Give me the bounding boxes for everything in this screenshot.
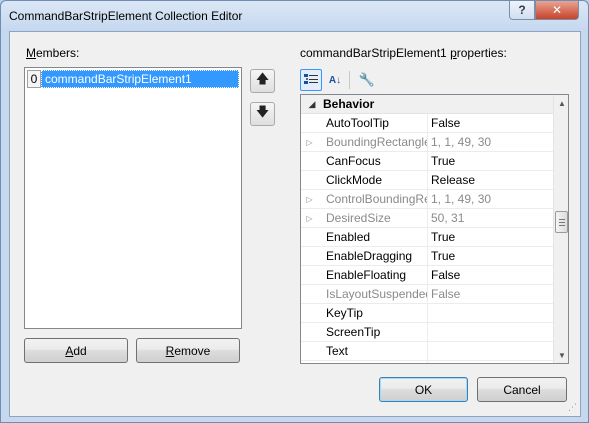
property-grid[interactable]: ◢ Behavior AutoToolTip False ▷ BoundingRect… xyxy=(300,94,569,364)
add-button[interactable]: Add xyxy=(24,338,128,363)
property-name: TextOrientation xyxy=(318,361,428,363)
property-value: 50, 31 xyxy=(431,211,465,225)
close-button[interactable]: ✕ xyxy=(535,1,579,20)
property-value: False xyxy=(431,287,461,301)
property-row[interactable]: Enabled True xyxy=(301,228,553,247)
members-list[interactable]: 0 commandBarStripElement1 xyxy=(24,67,242,329)
property-value: 1, 1, 49, 30 xyxy=(431,135,492,149)
thumb-grip-line xyxy=(559,219,565,220)
property-value[interactable]: Horizontal xyxy=(428,361,553,363)
property-grid-toolbar: A↓ 🔧 xyxy=(300,67,570,93)
help-icon: ? xyxy=(518,3,526,17)
property-value: 1, 1, 49, 30 xyxy=(431,192,492,206)
property-value[interactable]: False xyxy=(428,114,553,132)
ok-button[interactable]: OK xyxy=(379,377,468,402)
list-item[interactable]: 0 commandBarStripElement1 xyxy=(27,70,239,88)
property-pages-button[interactable]: 🔧 xyxy=(356,69,378,91)
member-index: 0 xyxy=(27,70,41,88)
category-name: Behavior xyxy=(323,97,375,111)
row-margin xyxy=(301,304,318,322)
scroll-up-arrow[interactable]: ▲ xyxy=(554,95,568,111)
thumb-grip-line xyxy=(559,225,565,226)
property-name: Text xyxy=(318,342,428,360)
property-row[interactable]: EnableDragging True xyxy=(301,247,553,266)
property-value[interactable]: True xyxy=(428,152,553,170)
alphabetical-button[interactable]: A↓ xyxy=(324,69,346,91)
row-margin xyxy=(301,171,318,189)
property-name: BoundingRectangle xyxy=(318,133,428,151)
expand-icon[interactable]: ▷ xyxy=(301,209,318,227)
row-margin xyxy=(301,323,318,341)
property-row[interactable]: KeyTip xyxy=(301,304,553,323)
property-grid-body: ◢ Behavior AutoToolTip False ▷ BoundingRect… xyxy=(301,95,553,363)
expand-icon[interactable]: ▷ xyxy=(301,190,318,208)
property-value[interactable]: True xyxy=(428,247,553,265)
arrow-up-icon: 🡅 xyxy=(255,71,270,86)
property-name: EnableDragging xyxy=(318,247,428,265)
property-value[interactable] xyxy=(428,342,553,360)
property-value[interactable] xyxy=(428,323,553,341)
cancel-button[interactable]: Cancel xyxy=(477,377,567,402)
close-icon: ✕ xyxy=(551,3,563,17)
property-row[interactable]: TextOrientationHorizontal xyxy=(301,361,553,363)
row-margin xyxy=(301,266,318,284)
categorized-icon xyxy=(304,74,318,84)
wrench-icon: 🔧 xyxy=(358,72,376,87)
property-name: KeyTip xyxy=(318,304,428,322)
row-margin xyxy=(301,285,318,303)
property-name: ControlBoundingRectangle xyxy=(318,190,428,208)
vertical-scrollbar[interactable]: ▲ ▼ xyxy=(553,95,568,363)
title-bar[interactable]: CommandBarStripElement Collection Editor… xyxy=(1,1,588,31)
alphabetical-icon: A↓ xyxy=(328,74,342,86)
row-margin xyxy=(301,152,318,170)
row-margin xyxy=(301,247,318,265)
property-value[interactable]: True xyxy=(428,228,553,246)
move-up-button[interactable]: 🡅 xyxy=(250,69,275,93)
toolbar-separator xyxy=(349,71,350,89)
scroll-down-arrow[interactable]: ▼ xyxy=(554,347,568,363)
window-title: CommandBarStripElement Collection Editor xyxy=(9,9,243,23)
property-name: ScreenTip xyxy=(318,323,428,341)
member-name[interactable]: commandBarStripElement1 xyxy=(41,70,239,88)
row-margin xyxy=(301,228,318,246)
collection-editor-window: CommandBarStripElement Collection Editor… xyxy=(0,0,589,423)
property-value[interactable] xyxy=(428,304,553,322)
row-margin xyxy=(301,114,318,132)
row-margin xyxy=(301,342,318,360)
category-row-behavior[interactable]: ◢ Behavior xyxy=(301,95,553,114)
row-margin xyxy=(301,361,318,363)
property-row[interactable]: ▷ BoundingRectangle 1, 1, 49, 30 xyxy=(301,133,553,152)
categorized-button[interactable] xyxy=(300,69,322,91)
scrollbar-thumb[interactable] xyxy=(555,211,568,233)
property-name: Enabled xyxy=(318,228,428,246)
property-value[interactable]: Release xyxy=(428,171,553,189)
help-button[interactable]: ? xyxy=(509,1,535,20)
property-row[interactable]: AutoToolTip False xyxy=(301,114,553,133)
property-row[interactable]: ▷ DesiredSize 50, 31 xyxy=(301,209,553,228)
dialog-client-area: Members: 0 commandBarStripElement1 🡅 🡇 A… xyxy=(9,31,581,417)
property-row[interactable]: EnableFloating False xyxy=(301,266,553,285)
property-row[interactable]: Text xyxy=(301,342,553,361)
property-row[interactable]: ClickMode Release xyxy=(301,171,553,190)
property-row[interactable]: ▷ControlBoundingRectangle1, 1, 49, 30 xyxy=(301,190,553,209)
size-grip-icon[interactable]: ⋰ xyxy=(568,402,577,413)
remove-button[interactable]: Remove xyxy=(136,338,240,363)
property-name: DesiredSize xyxy=(318,209,428,227)
property-row[interactable]: CanFocus True xyxy=(301,152,553,171)
expand-icon[interactable]: ▷ xyxy=(301,133,318,151)
collapse-icon[interactable]: ◢ xyxy=(301,99,323,110)
thumb-grip-line xyxy=(559,222,565,223)
property-value[interactable]: False xyxy=(428,266,553,284)
property-row[interactable]: IsLayoutSuspended False xyxy=(301,285,553,304)
property-name: EnableFloating xyxy=(318,266,428,284)
property-row[interactable]: ScreenTip xyxy=(301,323,553,342)
properties-label: commandBarStripElement1 properties: xyxy=(300,46,507,60)
arrow-down-icon: 🡇 xyxy=(255,104,270,119)
property-name: CanFocus xyxy=(318,152,428,170)
move-down-button[interactable]: 🡇 xyxy=(250,102,275,126)
members-label: Members: xyxy=(26,46,80,60)
property-name: ClickMode xyxy=(318,171,428,189)
property-name: IsLayoutSuspended xyxy=(318,285,428,303)
property-name: AutoToolTip xyxy=(318,114,428,132)
